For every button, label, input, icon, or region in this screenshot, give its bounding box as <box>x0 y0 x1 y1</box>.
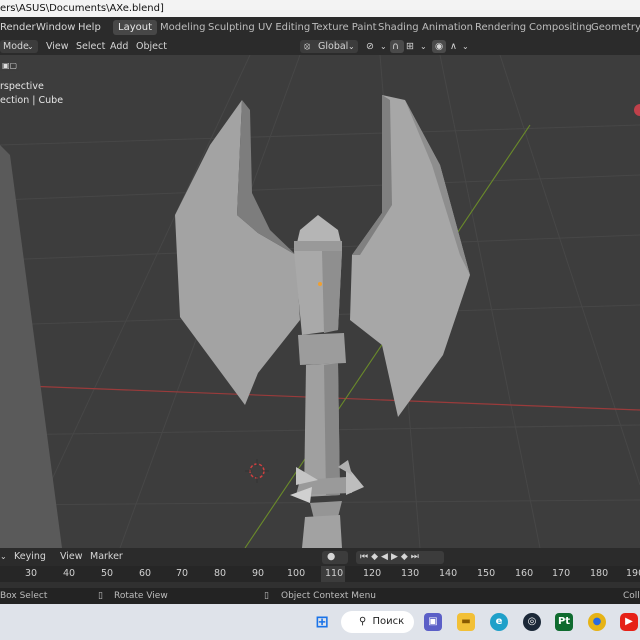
search-icon: ⚲ <box>359 616 367 627</box>
frame-tick: 70 <box>176 568 189 579</box>
edge-icon[interactable]: e <box>490 613 508 631</box>
mode-label: Mode <box>3 41 29 52</box>
orientation-label: Global <box>318 41 349 52</box>
menu-help[interactable]: Help <box>78 17 101 38</box>
window-title: ers\ASUS\Documents\AXe.blend] <box>0 3 164 14</box>
snap-target-icon[interactable]: ⊞ <box>406 38 414 55</box>
windows-icon[interactable]: ⊞ <box>313 613 331 631</box>
playback-icons: ⏮ ◆ ◀ ▶ ◆ ⏭ <box>360 552 419 562</box>
frame-tick: 40 <box>63 568 76 579</box>
youtube-icon[interactable]: ▶ <box>620 613 638 631</box>
collection-info: ection | Cube <box>0 95 64 106</box>
frame-tick: 150 <box>477 568 496 579</box>
frame-tick: 50 <box>101 568 114 579</box>
tab-uv-editing[interactable]: UV Editing <box>253 20 315 35</box>
file-explorer-icon[interactable]: ▬ <box>457 613 475 631</box>
tab-geometry-nodes[interactable]: Geometry No <box>586 20 640 35</box>
chevron-down-icon: ⌄ <box>420 42 427 51</box>
chevron-down-icon: ⌄ <box>462 42 469 51</box>
menu-render[interactable]: Render <box>0 17 36 38</box>
frame-tick: 140 <box>439 568 458 579</box>
windows-taskbar: ⊞ ⚲ Поиск ▣ ▬ e ◎ Pt ● ▶ <box>0 604 640 640</box>
frame-tick: 90 <box>252 568 265 579</box>
view-name: rspective <box>0 81 44 92</box>
frame-tick: 120 <box>363 568 382 579</box>
viewport-shading-icons[interactable]: ▣▢ <box>0 60 20 71</box>
proportional-edit-icon: ◉ <box>435 41 444 52</box>
transform-orientation-icon: ⦻ <box>304 41 311 52</box>
frame-ruler[interactable]: 30 40 50 60 70 80 90 100 110 120 130 140… <box>0 566 640 582</box>
frame-tick: 190 <box>626 568 640 579</box>
frame-tick: 30 <box>25 568 38 579</box>
viewport-scene <box>0 55 640 548</box>
tab-sculpting[interactable]: Sculpting <box>203 20 260 35</box>
frame-tick: 100 <box>287 568 306 579</box>
chevron-down-icon: ⌄ <box>0 552 7 561</box>
menu-select[interactable]: Select <box>76 38 105 55</box>
tab-layout[interactable]: Layout <box>113 20 157 35</box>
frame-tick: 160 <box>515 568 534 579</box>
frame-tick: 170 <box>552 568 571 579</box>
menu-object[interactable]: Object <box>136 38 167 55</box>
frame-tick: 180 <box>590 568 609 579</box>
pivot-icon[interactable]: ⊘ <box>366 38 374 55</box>
mouse-icon: ▯ <box>264 591 269 601</box>
steam-icon[interactable]: ◎ <box>523 613 541 631</box>
frame-tick: 60 <box>139 568 152 579</box>
status-box-select: Box Select <box>0 591 48 601</box>
pycharm-icon[interactable]: Pt <box>555 613 573 631</box>
frame-tick: 110 <box>325 568 344 579</box>
search-label: Поиск <box>372 616 405 627</box>
menu-window[interactable]: Window <box>36 17 75 38</box>
menu-add[interactable]: Add <box>110 38 128 55</box>
chrome-icon[interactable]: ● <box>588 613 606 631</box>
menu-view[interactable]: View <box>46 38 69 55</box>
3d-viewport[interactable]: ▣▢ rspective ection | Cube <box>0 55 640 548</box>
menu-keying[interactable]: Keying <box>14 548 46 566</box>
menu-timeline-view[interactable]: View <box>60 548 83 566</box>
status-bar: Box Select ▯ Rotate View ▯ Object Contex… <box>0 588 640 604</box>
frame-tick: 80 <box>214 568 227 579</box>
chevron-down-icon: ⌄ <box>348 42 355 51</box>
menu-marker[interactable]: Marker <box>90 548 123 566</box>
frame-tick: 130 <box>401 568 420 579</box>
status-rotate-view: Rotate View <box>114 591 168 601</box>
tab-animation[interactable]: Animation <box>417 20 478 35</box>
top-menu-bar: Render Window Help Layout Modeling Sculp… <box>0 17 640 38</box>
timeline-header: ⌄ Keying View Marker ● ⏮ ◆ ◀ ▶ ◆ ⏭ <box>0 548 640 566</box>
magnet-icon: ∩ <box>392 41 399 52</box>
falloff-icon[interactable]: ∧ <box>450 38 457 55</box>
mouse-icon: ▯ <box>98 591 103 601</box>
window-title-bar: ers\ASUS\Documents\AXe.blend] <box>0 0 640 17</box>
tab-rendering[interactable]: Rendering <box>470 20 531 35</box>
teams-icon[interactable]: ▣ <box>424 613 442 631</box>
tab-texture-paint[interactable]: Texture Paint <box>307 20 382 35</box>
status-collection: Colle <box>623 591 640 601</box>
record-icon: ● <box>327 551 336 562</box>
chevron-down-icon: ⌄ <box>27 42 34 51</box>
chevron-down-icon: ⌄ <box>380 42 387 51</box>
viewport-header: Mode ⌄ View Select Add Object ⦻ Global ⌄… <box>0 38 640 55</box>
status-context-menu: Object Context Menu <box>281 591 377 601</box>
taskbar-search[interactable]: ⚲ Поиск <box>341 611 414 633</box>
